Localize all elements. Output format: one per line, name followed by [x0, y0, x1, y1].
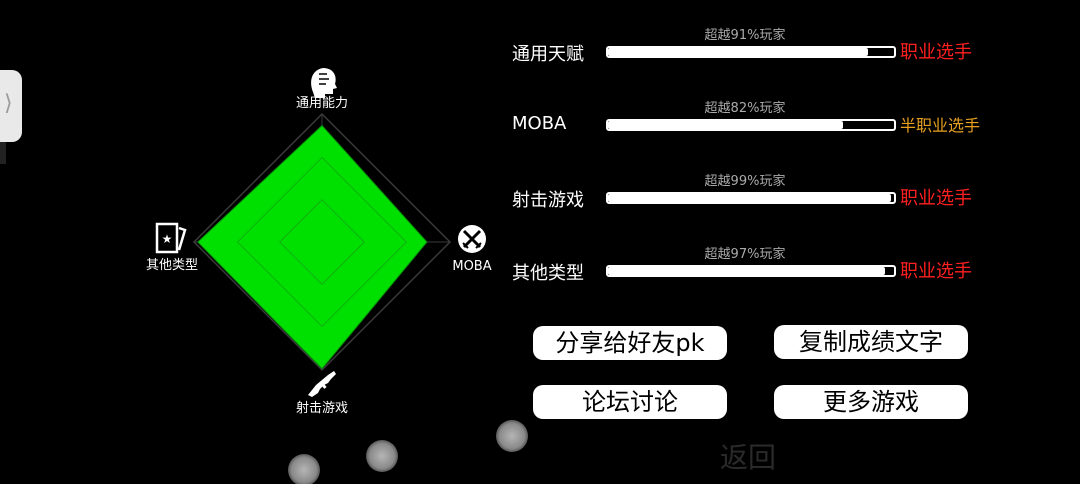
score-row-percent: 超越91%玩家: [704, 28, 786, 43]
chevron-right-icon: ⟩: [4, 91, 13, 116]
radar-chart: 通用能力 MOBA 射击游戏 ★ 其他类型: [146, 68, 492, 416]
forum-button[interactable]: 论坛讨论: [533, 385, 727, 419]
axis-label-other: 其他类型: [146, 258, 198, 273]
axis-label-moba: MOBA: [452, 259, 491, 274]
score-bar: [606, 265, 896, 277]
level-badge: 半职业选手: [900, 116, 981, 135]
score-bar-fill: [608, 194, 892, 202]
score-bar: [606, 46, 896, 58]
score-bar: [606, 192, 896, 204]
radar-value-shape: [197, 124, 428, 370]
copy-result-button[interactable]: 复制成绩文字: [774, 325, 968, 359]
score-row-label: MOBA: [512, 113, 567, 134]
more-games-button[interactable]: 更多游戏: [774, 385, 968, 419]
swords-icon: [458, 225, 486, 253]
svg-text:★: ★: [162, 232, 173, 246]
score-bar-fill: [608, 121, 843, 129]
score-row-percent: 超越82%玩家: [704, 101, 786, 116]
edge-divider: [0, 142, 6, 164]
score-row-label: 通用天赋: [512, 44, 584, 65]
axis-label-shooter: 射击游戏: [296, 400, 348, 416]
level-badge: 职业选手: [900, 188, 972, 209]
decor-orb: [366, 440, 398, 472]
score-row-percent: 超越97%玩家: [704, 247, 786, 262]
axis-label-general: 通用能力: [296, 96, 348, 111]
score-row-label: 其他类型: [512, 263, 584, 284]
decor-orb: [288, 454, 320, 484]
level-badge: 职业选手: [900, 42, 972, 63]
card-icon: ★: [155, 222, 187, 254]
score-row-label: 射击游戏: [512, 190, 584, 211]
score-bar: [606, 119, 896, 131]
level-badge: 职业选手: [900, 261, 972, 282]
rifle-icon: [308, 371, 336, 397]
share-pk-button[interactable]: 分享给好友pk: [533, 326, 727, 360]
decor-orb: [496, 420, 528, 452]
back-button[interactable]: 返回: [720, 436, 776, 476]
result-screen: ⟩ 通用能力 MOBA 射击游戏 ★ 其他类型 通用天赋 职业选手 超越91%玩…: [0, 0, 1080, 484]
score-row-percent: 超越99%玩家: [704, 174, 786, 189]
side-drawer-handle[interactable]: ⟩: [0, 70, 22, 142]
head-icon: [311, 68, 337, 98]
score-bar-fill: [608, 267, 886, 275]
score-bar-fill: [608, 48, 869, 56]
